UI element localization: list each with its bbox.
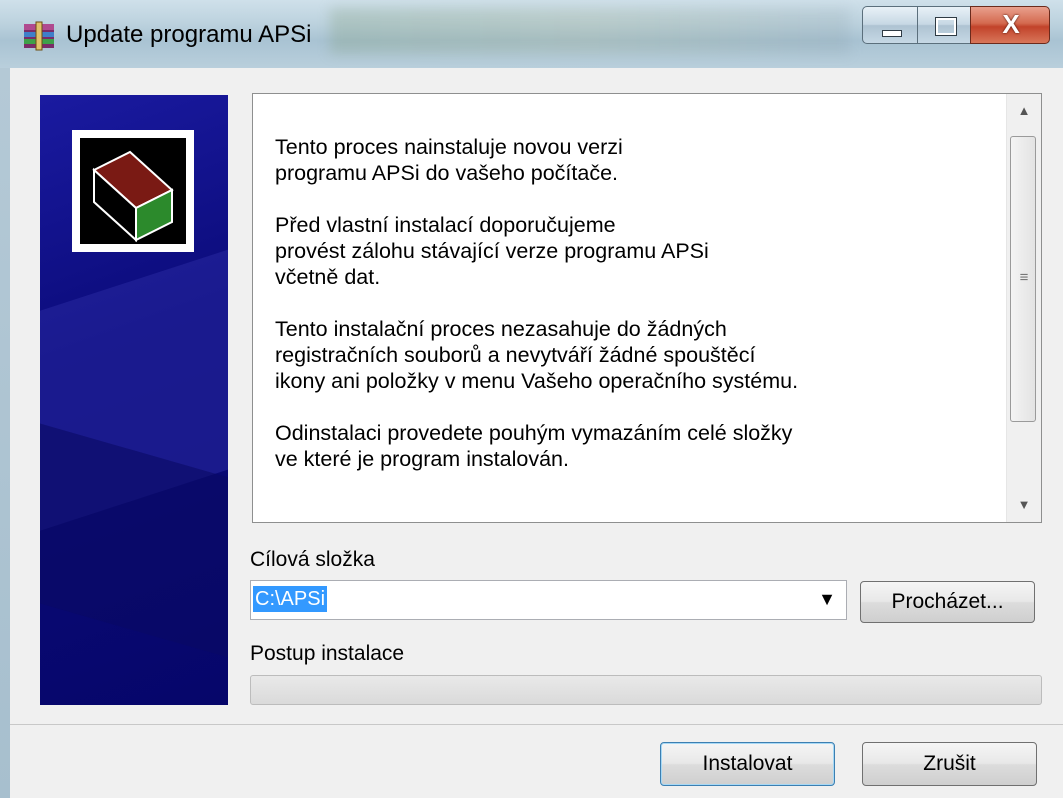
vertical-scrollbar[interactable]: ▲ ≡ ▼: [1006, 94, 1041, 522]
minimize-button[interactable]: [862, 6, 918, 44]
install-button[interactable]: Instalovat: [660, 742, 835, 786]
info-text: Tento proces nainstaluje novou verzi pro…: [275, 134, 995, 498]
info-paragraph: Tento instalační proces nezasahuje do žá…: [275, 317, 799, 393]
info-textbox[interactable]: Tento proces nainstaluje novou verzi pro…: [252, 93, 1042, 523]
info-paragraph: Odinstalaci provedete pouhým vymazáním c…: [275, 421, 793, 471]
grip-icon: ≡: [1019, 269, 1029, 286]
minimize-icon: [882, 30, 902, 37]
close-icon: X: [1002, 9, 1020, 39]
scrollbar-thumb[interactable]: ≡: [1010, 136, 1036, 422]
archive-app-icon: [24, 21, 54, 51]
info-paragraph: Před vlastní instalací doporučujeme prov…: [275, 213, 709, 289]
footer-divider: [10, 724, 1063, 725]
chevron-down-icon[interactable]: ▼: [818, 589, 836, 610]
cancel-button[interactable]: Zrušit: [862, 742, 1037, 786]
box-logo-icon: [92, 150, 174, 243]
window-title: Update programu APSi: [66, 21, 312, 48]
maximize-button[interactable]: [917, 6, 971, 44]
aero-glass-blur: [330, 8, 850, 54]
close-button[interactable]: X: [970, 6, 1050, 44]
target-folder-value: C:\APSi: [253, 586, 328, 612]
scroll-up-icon[interactable]: ▲: [1007, 94, 1041, 128]
install-progress-bar: [250, 675, 1042, 705]
scroll-down-icon[interactable]: ▼: [1007, 488, 1041, 522]
browse-button[interactable]: Procházet...: [860, 581, 1035, 623]
program-logo: [72, 130, 194, 252]
info-paragraph: Tento proces nainstaluje novou verzi pro…: [275, 135, 623, 185]
progress-label: Postup instalace: [250, 642, 405, 665]
window-frame-left: [0, 68, 10, 798]
target-folder-label: Cílová složka: [250, 548, 375, 571]
title-bar: Update programu APSi X: [0, 0, 1063, 68]
maximize-icon: [935, 17, 957, 36]
target-folder-combobox[interactable]: C:\APSi ▼: [250, 580, 847, 620]
